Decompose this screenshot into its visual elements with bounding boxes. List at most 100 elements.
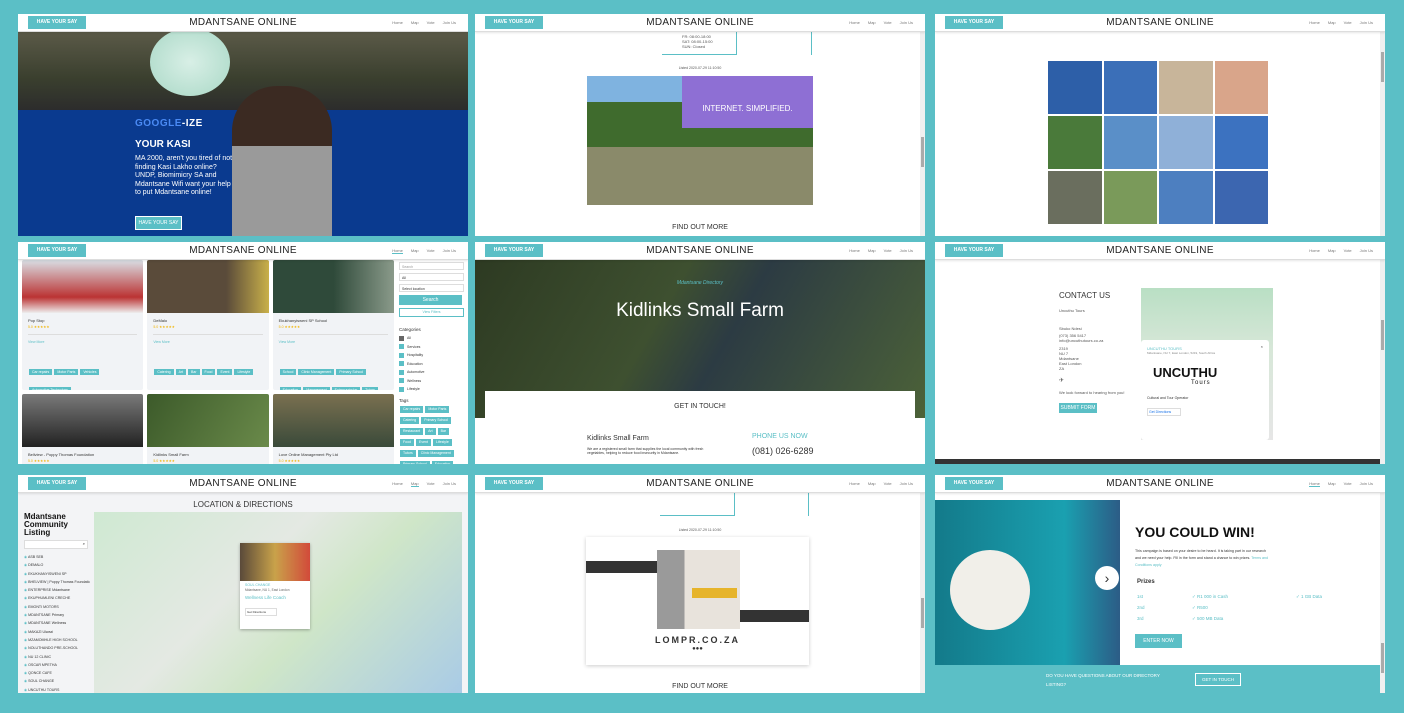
nav-home[interactable]: Home — [392, 248, 403, 254]
listing-tag[interactable]: School — [279, 369, 297, 375]
sidebar-tag[interactable]: Art — [425, 427, 436, 435]
listing-card[interactable]: Bellview - Poppy Thomas Foundation 5.0 ★… — [22, 394, 144, 464]
category-checkbox[interactable]: Lifestyle — [399, 386, 464, 392]
listing-card[interactable]: Pop Stop 5.0 ★★★★★ View More Car repairs Mo… — [22, 260, 144, 390]
category-select[interactable]: All — [399, 273, 464, 281]
listing-name[interactable]: Love Online Management Pty Ltd — [279, 452, 388, 457]
nav-map[interactable]: Map — [1328, 20, 1336, 25]
gallery-photo[interactable] — [1103, 116, 1157, 169]
nav-map[interactable]: Map — [411, 248, 419, 254]
submit-form-button[interactable]: SUBMIT FORM — [1059, 403, 1097, 413]
sidebar-tag[interactable]: Primary School — [400, 460, 430, 464]
category-checkbox[interactable]: Automotive — [399, 369, 464, 375]
nav-map[interactable]: Map — [411, 20, 419, 25]
listing-tag[interactable]: Motor Parts — [54, 369, 79, 375]
nav-map[interactable]: Map — [868, 481, 876, 486]
sidebar-tag[interactable]: Lifestyle — [432, 438, 452, 446]
get-in-touch-button[interactable]: GET IN TOUCH — [1195, 673, 1241, 686]
category-checkbox[interactable]: Hospitality — [399, 352, 464, 358]
listing-card[interactable]: DeMalo 5.0 ★★★★★ View More Catering Art Bar F… — [147, 260, 269, 390]
get-directions-button[interactable]: Get Directions — [1147, 408, 1181, 416]
listing-tag[interactable]: Automotive Technology — [29, 387, 72, 390]
sidebar-tag[interactable]: Clinic Management — [417, 449, 454, 457]
nav-home[interactable]: Home — [1309, 20, 1320, 25]
category-checkbox[interactable]: Education — [399, 361, 464, 366]
listing-tag[interactable]: Vehicles — [80, 369, 100, 375]
nav-vote[interactable]: Vote — [884, 20, 892, 25]
category-checkbox[interactable]: Services — [399, 344, 464, 349]
sidebar-tag[interactable]: Restaurant — [400, 427, 424, 435]
listing-link[interactable]: ◉ MDANTSANE Wellness — [24, 619, 90, 627]
scrollbar[interactable] — [1380, 32, 1385, 236]
google-map[interactable]: SOUL CHANGE Mdantsane, NU 1, East London… — [94, 512, 462, 693]
nav-map[interactable]: Map — [410, 481, 419, 487]
search-button[interactable]: Search — [399, 295, 462, 305]
nav-home[interactable]: Home — [849, 248, 860, 253]
gallery-photo[interactable] — [1048, 116, 1102, 169]
listing-tag[interactable]: Extracurricular — [331, 387, 361, 390]
listing-name[interactable]: DeMalo — [153, 318, 262, 323]
sidebar-tag[interactable]: Education — [431, 460, 454, 464]
popup-title[interactable]: Wellness Life Coach — [240, 593, 310, 602]
listing-card[interactable]: Love Online Management Pty Ltd 5.0 ★★★★★ — [272, 394, 394, 464]
location-select[interactable]: Select location — [399, 284, 464, 292]
listing-link[interactable]: ◉ NU 12 CLINIC — [24, 653, 90, 661]
gallery-photo[interactable] — [1159, 171, 1213, 224]
nav-join-us[interactable]: Join Us — [1360, 248, 1373, 253]
nav-map[interactable]: Map — [868, 20, 876, 25]
view-more-link[interactable]: View More — [153, 334, 263, 344]
listing-link[interactable]: ◉ DEMALO — [24, 561, 90, 569]
phone-number[interactable]: (081) 026-6289 — [752, 446, 814, 456]
gallery-photo[interactable] — [1214, 116, 1268, 169]
nav-vote[interactable]: Vote — [427, 481, 435, 487]
sidebar-tag[interactable]: Bar — [437, 427, 450, 435]
listing-tag[interactable]: Art — [175, 369, 187, 375]
close-icon[interactable]: × — [1261, 344, 1263, 349]
listing-tag[interactable]: Education — [279, 387, 302, 390]
enter-now-button[interactable]: ENTER NOW — [1135, 634, 1182, 648]
listing-tag[interactable]: Car repairs — [29, 369, 53, 375]
gallery-photo[interactable] — [1048, 61, 1102, 114]
gallery-photo[interactable] — [1214, 61, 1268, 114]
listing-name[interactable]: Kidlinks Small Farm — [153, 452, 262, 457]
listing-link[interactable]: ◉ EMONTI MOTORS — [24, 603, 90, 611]
nav-vote[interactable]: Vote — [1344, 248, 1352, 253]
sidebar-tag[interactable]: Primary School — [421, 416, 451, 424]
gallery-photo[interactable] — [1159, 61, 1213, 114]
gallery-photo[interactable] — [1103, 171, 1157, 224]
listing-link[interactable]: ◉ MZAMOMHLE HIGH SCHOOL — [24, 636, 90, 644]
listing-link[interactable]: ◉ SOUL CHANGE — [24, 677, 90, 685]
scrollbar[interactable] — [920, 493, 925, 693]
gallery-photo[interactable] — [1159, 116, 1213, 169]
sidebar-tag[interactable]: Food — [400, 438, 414, 446]
nav-join-us[interactable]: Join Us — [900, 248, 913, 253]
nav-join-us[interactable]: Join Us — [1360, 20, 1373, 25]
get-directions-button[interactable]: Get Directions — [245, 608, 277, 616]
nav-home[interactable]: Home — [849, 481, 860, 486]
nav-home[interactable]: Home — [392, 20, 403, 25]
nav-map[interactable]: Map — [868, 248, 876, 253]
listing-link[interactable]: ◉ MAKAZI Ulwazi — [24, 628, 90, 636]
listing-name[interactable]: Bellview - Poppy Thomas Foundation — [28, 452, 137, 457]
nav-home[interactable]: Home — [392, 481, 403, 487]
sidebar-tag[interactable]: Car repairs — [400, 405, 424, 413]
nav-home[interactable]: Home — [1309, 481, 1320, 487]
listing-name[interactable]: Ekukhanyisweni SP School — [279, 318, 388, 323]
listing-link[interactable]: ◉ BHELVIEW | Poppy Thomas Foundation — [24, 578, 90, 586]
view-filters-button[interactable]: View Filters — [399, 308, 464, 317]
next-slide-button[interactable]: › — [1095, 566, 1119, 590]
hero-have-your-say-button[interactable]: HAVE YOUR SAY — [135, 216, 182, 230]
nav-map[interactable]: Map — [1328, 481, 1336, 487]
listing-tag[interactable]: Lifestyle — [234, 369, 254, 375]
listing-tag[interactable]: Clinic Management — [298, 369, 335, 375]
nav-join-us[interactable]: Join Us — [900, 481, 913, 486]
gallery-photo[interactable] — [1214, 171, 1268, 224]
sidebar-tag[interactable]: Event — [415, 438, 431, 446]
nav-join-us[interactable]: Join Us — [443, 248, 456, 254]
listing-link[interactable]: ◉ ASB SEB — [24, 553, 90, 561]
nav-home[interactable]: Home — [1309, 248, 1320, 253]
nav-vote[interactable]: Vote — [1344, 481, 1352, 487]
listing-link[interactable]: ◉ OSCAR MPETHA — [24, 661, 90, 669]
nav-join-us[interactable]: Join Us — [443, 20, 456, 25]
nav-vote[interactable]: Vote — [427, 248, 435, 254]
